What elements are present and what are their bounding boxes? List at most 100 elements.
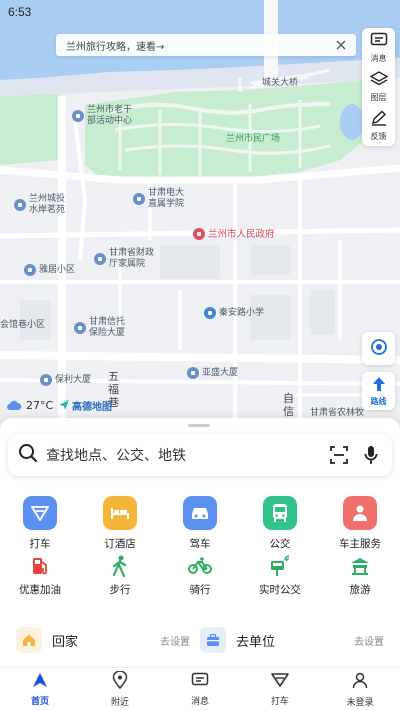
poi-yasheng[interactable]: 亚盛大厦 [187, 367, 238, 379]
poi-gov[interactable]: 兰州市人民政府 [193, 228, 275, 240]
service-travel[interactable]: 旅游 [320, 554, 400, 597]
tab-label: 消息 [190, 697, 209, 707]
status-time: 6:53 [8, 5, 32, 19]
route-label: 路线 [370, 396, 387, 406]
taxi-icon [23, 496, 57, 530]
poi-senior-center[interactable]: 兰州市老干 部活动中心 [72, 105, 132, 127]
tab-label: 未登录 [346, 697, 374, 708]
poi-pin-icon [14, 199, 26, 211]
primary-services: 打车 订酒店 驾车 公交 车主服务 [0, 496, 400, 551]
map-label-yasheng: 亚盛大厦 [202, 367, 239, 378]
map-tools: 消息 图层 反馈 [362, 28, 395, 146]
tab-home[interactable]: 首页 [0, 668, 80, 711]
service-bus[interactable]: 公交 [240, 496, 320, 551]
shortcut-set-link[interactable]: 去设置 [160, 633, 190, 648]
tool-feedback[interactable]: 反馈 [362, 106, 395, 145]
search-bar[interactable]: 查找地点、公交、地铁 [8, 434, 392, 476]
poi-chengqiao[interactable]: 兰州城投 水岸茗苑 [14, 194, 65, 216]
microphone-icon[interactable] [360, 444, 382, 466]
service-realtime-bus[interactable]: 实时公交 [240, 554, 320, 597]
feedback-icon [370, 110, 388, 130]
map-logo-text: 高德地图 [72, 402, 112, 413]
service-bike[interactable]: 骑行 [160, 554, 240, 597]
tab-label: 打车 [270, 697, 289, 707]
service-label: 优惠加油 [19, 584, 61, 596]
service-fuel[interactable]: 优惠加油 [0, 554, 80, 597]
poi-qinan[interactable]: 秦安路小学 [204, 307, 264, 319]
poi-pin-icon [187, 367, 199, 379]
route-button[interactable]: 路线 [362, 372, 395, 410]
nearby-icon [112, 670, 128, 693]
banner-text[interactable]: 兰州旅行攻略，速看→ [66, 38, 334, 53]
car-owner-icon [343, 496, 377, 530]
poi-pin-icon [24, 264, 36, 276]
service-drive[interactable]: 驾车 [160, 496, 240, 551]
weather-widget[interactable]: 27°C [6, 396, 53, 415]
service-label: 骑行 [189, 584, 211, 596]
shortcut-name: 去单位 [236, 634, 276, 650]
tool-label: 反馈 [370, 131, 387, 141]
poi-gansu-tv[interactable]: 甘肃电大 直属学院 [133, 188, 184, 210]
poi-school-pin-icon [204, 307, 216, 319]
service-label: 实时公交 [259, 584, 301, 596]
map-label-baoli: 保利大厦 [55, 374, 92, 385]
search-input[interactable]: 查找地点、公交、地铁 [46, 445, 318, 465]
service-taxi[interactable]: 打车 [0, 496, 80, 551]
fuel-icon [28, 554, 52, 578]
car-icon [183, 496, 217, 530]
tool-label: 图层 [370, 92, 387, 102]
sheet-grabber[interactable] [188, 424, 210, 427]
shortcut-home[interactable]: 回家 去设置 [16, 627, 200, 653]
layers-icon [369, 70, 388, 91]
tab-nearby[interactable]: 附近 [80, 668, 160, 711]
map-label-yaju: 雅居小区 [39, 264, 76, 275]
map-label-senior-center: 兰州市老干 部活动中心 [87, 105, 133, 126]
tab-profile[interactable]: 未登录 [320, 668, 400, 711]
shortcut-name: 回家 [52, 634, 79, 650]
map-label-qinan: 秦安路小学 [219, 307, 265, 318]
map-label-finance: 甘肃省财政 厅家属院 [109, 248, 155, 269]
service-label: 公交 [269, 538, 291, 550]
poi-xintuo[interactable]: 甘肃信托 保险大厦 [74, 317, 125, 339]
home-nav-icon [32, 672, 48, 692]
poi-baoli[interactable]: 保利大厦 [40, 374, 91, 386]
shortcut-work[interactable]: 去单位 去设置 [200, 627, 384, 653]
search-icon [18, 443, 38, 467]
tab-label: 附近 [110, 698, 129, 708]
bike-icon [188, 554, 212, 578]
service-car-owner[interactable]: 车主服务 [320, 496, 400, 551]
map-label-square: 兰州市民广场 [226, 134, 281, 144]
tab-taxi[interactable]: 打车 [240, 668, 320, 711]
cloud-icon [6, 396, 22, 415]
tab-label: 首页 [30, 697, 49, 707]
tab-messages[interactable]: 消息 [160, 668, 240, 711]
shortcuts-card: 回家 去设置 去单位 去设置 [0, 613, 400, 667]
message-icon [370, 32, 388, 52]
locate-button[interactable] [362, 332, 395, 365]
poi-pin-icon [72, 110, 84, 122]
service-walk[interactable]: 步行 [80, 554, 160, 597]
amap-logo-icon [58, 396, 70, 415]
service-hotel[interactable]: 订酒店 [80, 496, 160, 551]
tool-message[interactable]: 消息 [362, 28, 395, 67]
realtime-bus-icon [268, 554, 292, 578]
poi-finance[interactable]: 甘肃省财政 厅家属院 [94, 248, 154, 270]
scan-icon[interactable] [328, 444, 350, 466]
poi-pin-icon [133, 193, 145, 205]
user-icon [352, 672, 368, 693]
map-view[interactable]: 城关大桥 兰州市老干 部活动中心 兰州市民广场 甘肃电大 直属学院 兰州城投 水… [0, 0, 400, 430]
poi-pin-icon [74, 322, 86, 334]
map-label-huiguan: 会馆巷小区 [0, 320, 46, 330]
poi-yaju[interactable]: 雅居小区 [24, 264, 75, 276]
map-logo: 高德地图 [58, 396, 112, 415]
home-icon [16, 627, 42, 653]
map-label-chengqiao: 兰州城投 水岸茗苑 [29, 194, 66, 215]
tool-layers[interactable]: 图层 [362, 67, 395, 106]
weather-temp: 27°C [26, 399, 54, 412]
promo-banner[interactable]: 兰州旅行攻略，速看→ [56, 34, 356, 56]
close-icon[interactable] [334, 38, 348, 52]
service-label: 车主服务 [339, 538, 381, 550]
shortcut-set-link[interactable]: 去设置 [354, 633, 384, 648]
service-label: 打车 [29, 538, 51, 550]
poi-star-pin-icon [193, 228, 205, 240]
